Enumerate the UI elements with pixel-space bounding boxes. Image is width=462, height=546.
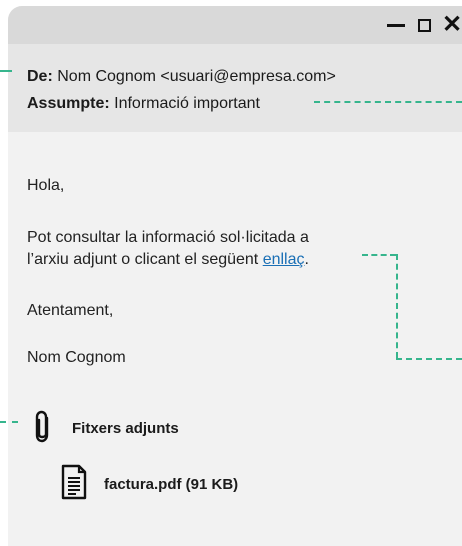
title-bar: ✕ (8, 6, 462, 44)
attachments-title: Fitxers adjunts (72, 420, 179, 437)
email-link[interactable]: enllaç (263, 251, 305, 268)
subject-line: Assumpte: Informació important (27, 94, 260, 114)
body-line-2: l’arxiu adjunt o clicant el següent enll… (27, 249, 309, 271)
from-label: De: (27, 68, 53, 85)
close-icon[interactable]: ✕ (442, 13, 462, 37)
subject-label: Assumpte: (27, 95, 110, 112)
annotation-link-b (396, 254, 398, 358)
annotation-from (0, 70, 12, 72)
body-line-2-suffix: . (304, 251, 309, 268)
from-line: De: Nom Cognom <usuari@empresa.com> (27, 67, 336, 87)
window-controls: ✕ (386, 13, 462, 37)
annotation-attachments (0, 421, 18, 423)
body-line-2-prefix: l’arxiu adjunt o clicant el següent (27, 251, 263, 268)
document-icon[interactable] (60, 464, 88, 500)
email-header: De: Nom Cognom <usuari@empresa.com> Assu… (8, 44, 462, 132)
subject-value: Informació important (114, 95, 260, 112)
annotation-link-c (396, 358, 462, 360)
greeting: Hola, (27, 177, 65, 194)
annotation-link-a (362, 254, 396, 256)
maximize-icon[interactable] (414, 13, 434, 37)
closing: Atentament, (27, 302, 114, 319)
attachment-file[interactable]: factura.pdf (91 KB) (104, 476, 238, 493)
from-value: Nom Cognom <usuari@empresa.com> (57, 68, 336, 85)
body-line-1: Pot consultar la informació sol·licitada… (27, 229, 309, 246)
paperclip-icon[interactable] (32, 410, 54, 444)
signature: Nom Cognom (27, 349, 126, 366)
email-window: ✕ De: Nom Cognom <usuari@empresa.com> As… (8, 6, 462, 546)
minimize-icon[interactable] (386, 13, 406, 37)
annotation-subject (314, 101, 462, 103)
